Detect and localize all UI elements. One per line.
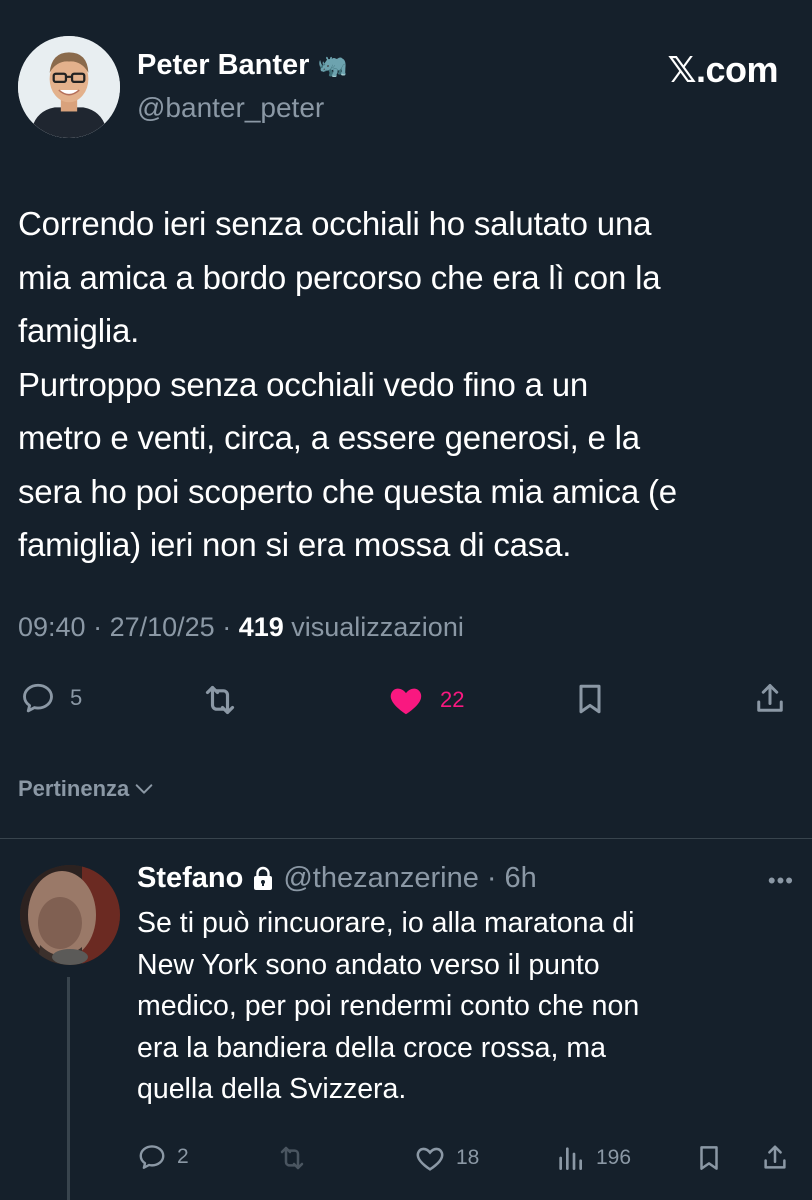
tweet-meta: 09:40 · 27/10/25 · 419 visualizzazioni — [18, 612, 464, 643]
reply-count: 5 — [70, 685, 83, 710]
share-button[interactable] — [752, 680, 788, 718]
views-label: visualizzazioni — [291, 612, 464, 642]
reply-icon — [139, 1145, 165, 1169]
reply-author-handle[interactable]: @thezanzerine — [283, 862, 479, 895]
reply-like-button[interactable]: 18 — [414, 1142, 479, 1174]
reply-actions-bar: 2 18 196 — [0, 1142, 812, 1182]
tweet-actions-bar: 5 22 — [0, 680, 812, 730]
author-display-name[interactable]: Peter Banter — [137, 49, 309, 82]
x-brand-logo: 𝕏.com — [667, 49, 778, 90]
retweet-icon — [280, 1146, 304, 1170]
bookmark-icon — [700, 1146, 718, 1170]
reply-avatar-image — [20, 865, 120, 965]
reply-views-count: 196 — [596, 1146, 632, 1169]
author-avatar[interactable] — [18, 36, 120, 138]
reply-share-button[interactable] — [760, 1142, 790, 1174]
reply-header: Stefano @thezanzerine · 6h — [137, 862, 537, 895]
reply-reply-count: 2 — [177, 1145, 189, 1168]
rhino-emoji-icon: 🦏 — [317, 52, 348, 79]
heart-filled-icon — [390, 688, 422, 715]
tweet-date[interactable]: 27/10/25 — [110, 612, 215, 642]
author-name-row[interactable]: Peter Banter 🦏 — [137, 49, 347, 82]
heart-icon — [416, 1147, 444, 1171]
lock-icon — [254, 866, 273, 890]
reply-button[interactable]: 5 — [20, 680, 82, 716]
author-avatar-image — [18, 36, 120, 138]
meta-separator: · — [214, 612, 239, 642]
bookmark-button[interactable] — [572, 680, 608, 718]
reply-retweet-button[interactable] — [276, 1142, 308, 1174]
reply-bookmark-button[interactable] — [694, 1142, 724, 1174]
reply-author-name[interactable]: Stefano — [137, 862, 243, 895]
chevron-down-icon — [135, 784, 153, 794]
tweet-time[interactable]: 09:40 — [18, 612, 86, 642]
reply-text: Se ti può rincuorare, io alla maratona d… — [137, 907, 640, 1105]
sort-label: Pertinenza — [18, 776, 130, 801]
views-chart-icon — [559, 1147, 582, 1170]
share-icon — [757, 684, 783, 712]
like-count: 22 — [440, 687, 465, 712]
tweet-text: Correndo ieri senza occhiali ho salutato… — [18, 205, 677, 563]
author-handle[interactable]: @banter_peter — [137, 92, 324, 124]
meta-separator: · — [85, 612, 110, 642]
reply-icon — [23, 683, 53, 713]
reply-separator: · — [486, 862, 497, 894]
reply-like-count: 18 — [456, 1146, 480, 1169]
share-icon — [764, 1145, 786, 1169]
views-count: 419 — [238, 612, 284, 642]
reply-author-avatar[interactable] — [20, 865, 120, 965]
more-options-icon[interactable]: ••• — [768, 868, 794, 894]
section-divider — [0, 838, 812, 839]
reply-views-button[interactable]: 196 — [554, 1142, 631, 1174]
bookmark-icon — [579, 684, 601, 714]
like-button[interactable]: 22 — [386, 680, 464, 720]
reply-age[interactable]: 6h — [505, 862, 537, 895]
retweet-button[interactable] — [200, 680, 240, 720]
replies-sort-dropdown[interactable]: Pertinenza — [18, 776, 155, 802]
retweet-icon — [205, 685, 235, 715]
reply-reply-button[interactable]: 2 — [137, 1142, 189, 1172]
